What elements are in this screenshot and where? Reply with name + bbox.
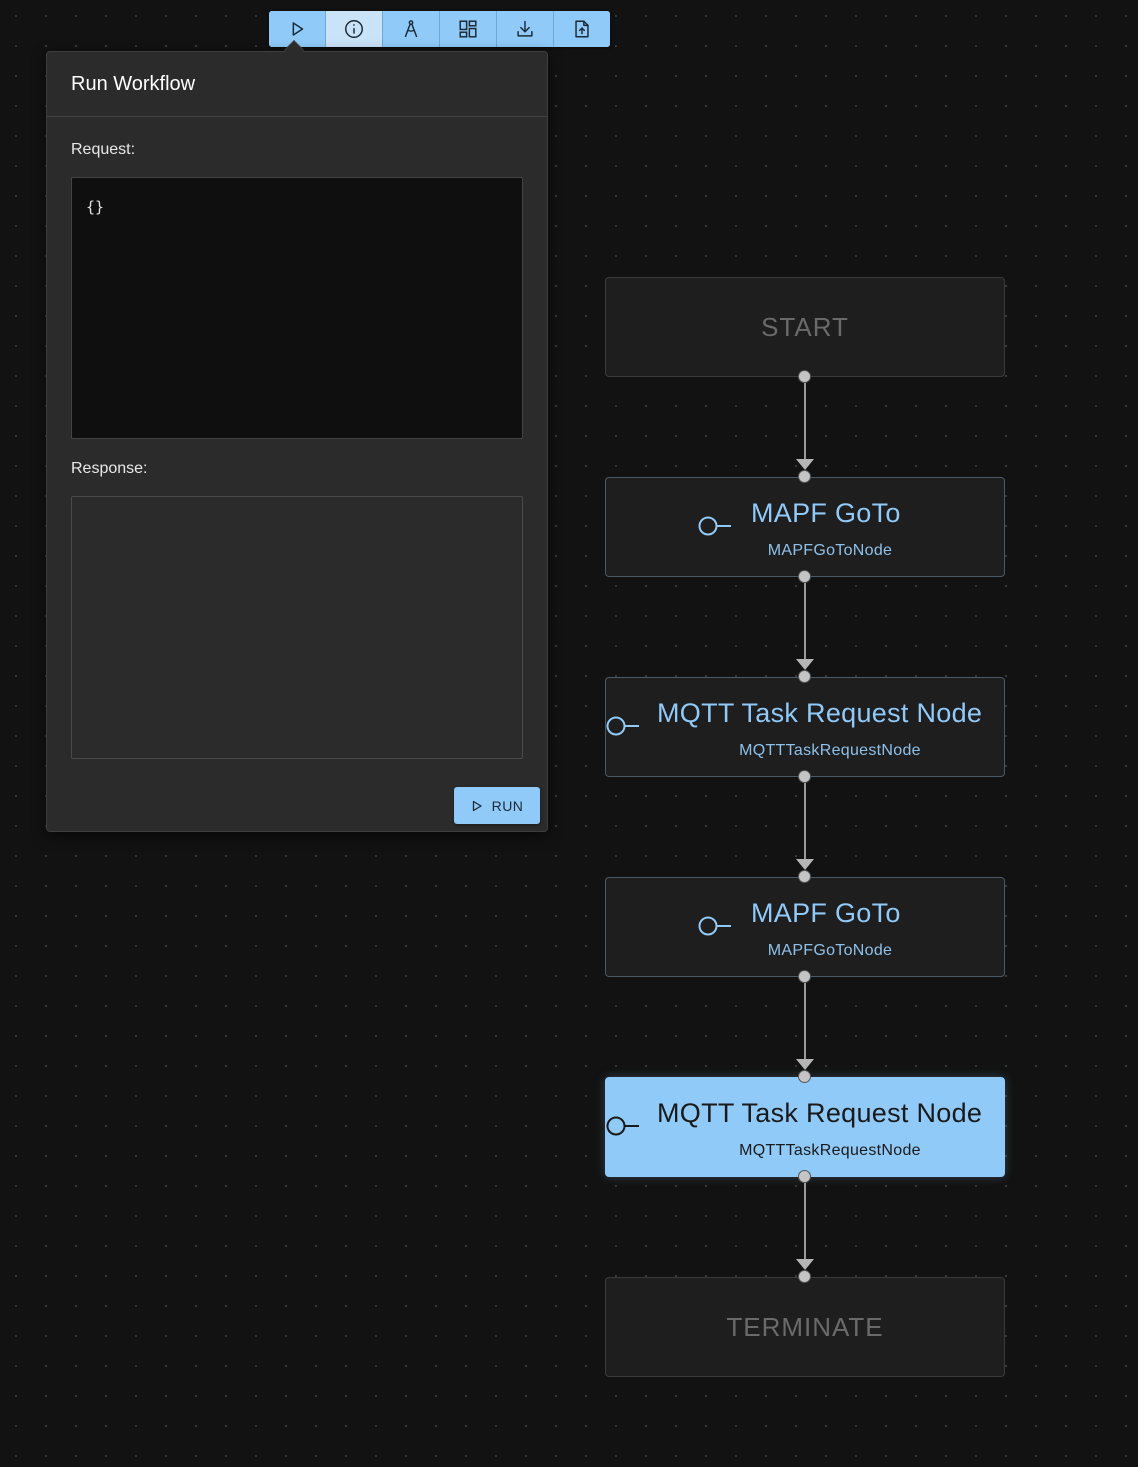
play-icon xyxy=(292,22,304,36)
edge-arrowhead xyxy=(796,1059,814,1070)
download-icon xyxy=(517,20,533,37)
input-port[interactable] xyxy=(798,670,811,683)
info-button[interactable] xyxy=(326,11,383,47)
dashboard-icon xyxy=(459,20,477,38)
edge-arrowhead xyxy=(796,859,814,870)
edge-line xyxy=(804,982,806,1066)
edge-arrowhead xyxy=(796,459,814,470)
arrange-button[interactable] xyxy=(440,11,497,47)
workflow-node[interactable]: MQTT Task Request Node MQTTTaskRequestNo… xyxy=(605,677,1005,777)
upload-button[interactable] xyxy=(554,11,610,47)
output-port[interactable] xyxy=(798,1170,811,1183)
info-icon xyxy=(345,20,363,38)
input-port[interactable] xyxy=(798,1070,811,1083)
panel-header: Run Workflow xyxy=(47,52,547,117)
node-type-label: MAPFGoToNode xyxy=(767,942,893,959)
run-workflow-button[interactable] xyxy=(269,11,326,47)
request-label: Request: xyxy=(71,141,136,158)
output-port[interactable] xyxy=(798,570,811,583)
node-title: MQTT Task Request Node xyxy=(657,1098,983,1128)
download-button[interactable] xyxy=(497,11,554,47)
run-workflow-panel: Run Workflow Request: {} Response: RUN xyxy=(46,51,548,832)
response-label: Response: xyxy=(71,460,148,477)
output-port[interactable] xyxy=(798,770,811,783)
edge-line xyxy=(804,582,806,666)
workflow-node[interactable]: MAPF GoTo MAPFGoToNode xyxy=(605,477,1005,577)
workflow-toolbar xyxy=(269,11,610,47)
node-title: MQTT Task Request Node xyxy=(657,698,983,728)
panel-title: Run Workflow xyxy=(71,72,196,95)
node-type-icon xyxy=(606,1116,639,1136)
layout-button[interactable] xyxy=(383,11,440,47)
node-type-icon xyxy=(698,916,731,936)
terminate-node-label: TERMINATE xyxy=(726,1311,884,1342)
node-title: MAPF GoTo xyxy=(751,898,901,928)
output-port[interactable] xyxy=(798,970,811,983)
edge-line xyxy=(804,782,806,866)
compass-icon xyxy=(404,20,418,38)
node-type-label: MAPFGoToNode xyxy=(767,542,893,559)
node-type-label: MQTTTaskRequestNode xyxy=(739,742,921,759)
input-port[interactable] xyxy=(798,1270,811,1283)
upload-file-icon xyxy=(575,20,589,38)
start-node[interactable]: START xyxy=(605,277,1005,377)
edge-arrowhead xyxy=(796,1259,814,1270)
input-port[interactable] xyxy=(798,470,811,483)
edge-line xyxy=(804,382,806,466)
response-output xyxy=(71,496,523,759)
edge-line xyxy=(804,1182,806,1266)
terminate-node[interactable]: TERMINATE xyxy=(605,1277,1005,1377)
node-type-icon xyxy=(698,516,731,536)
node-type-icon xyxy=(606,716,639,736)
start-node-label: START xyxy=(761,311,849,342)
run-button[interactable]: RUN xyxy=(454,787,540,824)
node-type-label: MQTTTaskRequestNode xyxy=(739,1142,921,1159)
workflow-node-selected[interactable]: MQTT Task Request Node MQTTTaskRequestNo… xyxy=(605,1077,1005,1177)
output-port[interactable] xyxy=(798,370,811,383)
input-port[interactable] xyxy=(798,870,811,883)
edge-arrowhead xyxy=(796,659,814,670)
run-button-label: RUN xyxy=(491,797,524,814)
workflow-node[interactable]: MAPF GoTo MAPFGoToNode xyxy=(605,877,1005,977)
node-title: MAPF GoTo xyxy=(751,498,901,528)
play-icon xyxy=(472,800,482,811)
request-input[interactable]: {} xyxy=(71,177,523,439)
